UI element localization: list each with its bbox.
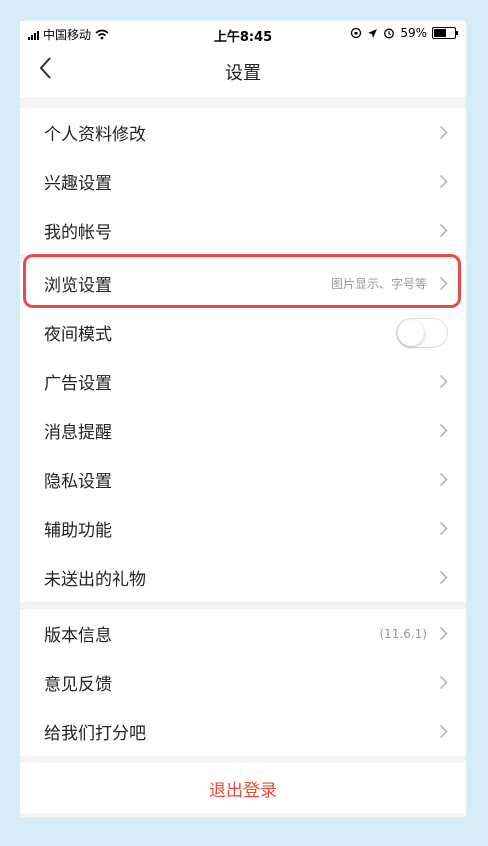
toggle-knob	[398, 319, 424, 346]
settings-row-label: 消息提醒	[44, 423, 112, 443]
settings-row-right	[439, 206, 448, 255]
settings-group-account: 个人资料修改 兴趣设置我的帐号	[20, 108, 466, 255]
chevron-right-icon	[439, 125, 448, 140]
chevron-right-icon	[439, 374, 448, 389]
settings-row[interactable]: 给我们打分吧	[20, 707, 466, 756]
chevron-right-icon	[439, 521, 448, 536]
chevron-right-icon	[439, 724, 448, 739]
settings-row-label: 兴趣设置	[44, 174, 112, 194]
page-title: 设置	[225, 63, 261, 84]
battery-percent: 59%	[400, 26, 427, 40]
settings-group-preferences: 浏览设置 图片显示、字号等夜间模式广告设置消息提醒隐私设置辅助功能未送出的礼物	[20, 254, 466, 602]
orientation-lock-icon	[351, 27, 362, 39]
settings-row[interactable]: 未送出的礼物	[20, 553, 466, 602]
settings-row-right	[439, 658, 448, 707]
chevron-right-icon	[439, 626, 448, 641]
chevron-right-icon	[439, 223, 448, 238]
alarm-icon	[384, 28, 395, 39]
settings-row-right	[439, 406, 448, 455]
settings-row-right	[439, 357, 448, 406]
settings-row-right: 图片显示、字号等	[331, 259, 448, 308]
location-icon	[368, 28, 378, 38]
settings-row-label: 辅助功能	[44, 521, 112, 541]
settings-group-about: 版本信息 (11.6.1) 意见反馈给我们打分吧	[20, 609, 466, 756]
settings-row-label: 给我们打分吧	[44, 724, 146, 744]
chevron-right-icon	[439, 570, 448, 585]
status-right: 59%	[350, 26, 458, 40]
settings-row[interactable]: 消息提醒	[20, 406, 466, 455]
settings-row[interactable]: 浏览设置 图片显示、字号等	[20, 254, 466, 308]
settings-row-label: 我的帐号	[44, 223, 112, 243]
settings-row[interactable]: 我的帐号	[20, 206, 466, 255]
settings-row-hint: (11.6.1)	[379, 626, 427, 641]
chevron-right-icon	[439, 472, 448, 487]
settings-row-right	[439, 707, 448, 756]
settings-row-label: 意见反馈	[44, 675, 112, 695]
status-bar: 中国移动 上午8:45 59%	[20, 21, 466, 47]
settings-row-right	[396, 308, 448, 357]
chevron-right-icon	[439, 276, 448, 291]
settings-row-label: 个人资料修改	[44, 125, 146, 145]
chevron-right-icon	[439, 423, 448, 438]
chevron-right-icon	[439, 675, 448, 690]
settings-row[interactable]: 版本信息 (11.6.1)	[20, 609, 466, 658]
nav-bar: 设置	[20, 47, 466, 97]
logout-label: 退出登录	[209, 780, 277, 801]
settings-row[interactable]: 广告设置	[20, 357, 466, 406]
settings-row-right	[439, 108, 448, 157]
settings-row[interactable]: 隐私设置	[20, 455, 466, 504]
battery-icon	[432, 27, 458, 39]
settings-row[interactable]: 夜间模式	[20, 308, 466, 357]
settings-row[interactable]: 意见反馈	[20, 658, 466, 707]
settings-row[interactable]: 辅助功能	[20, 504, 466, 553]
settings-row-label: 广告设置	[44, 374, 112, 394]
settings-row-label: 版本信息	[44, 626, 112, 646]
phone-screen: 中国移动 上午8:45 59% 设置 个人资料修改 兴趣设置 我的帐号 浏览设置…	[20, 21, 466, 817]
night-mode-toggle[interactable]	[396, 317, 448, 348]
settings-row-hint: 图片显示、字号等	[330, 277, 427, 291]
chevron-right-icon	[439, 174, 448, 189]
settings-row-label: 未送出的礼物	[44, 570, 146, 590]
settings-row[interactable]: 兴趣设置	[20, 157, 466, 206]
settings-row-right	[439, 157, 448, 206]
settings-row-right	[439, 455, 448, 504]
settings-row-right: (11.6.1)	[379, 609, 448, 658]
settings-row-right	[439, 504, 448, 553]
logout-button[interactable]: 退出登录	[20, 763, 466, 813]
settings-row-label: 隐私设置	[44, 472, 112, 492]
settings-row[interactable]: 个人资料修改	[20, 108, 466, 157]
settings-row-label: 夜间模式	[44, 325, 112, 345]
settings-row-right	[439, 553, 448, 602]
